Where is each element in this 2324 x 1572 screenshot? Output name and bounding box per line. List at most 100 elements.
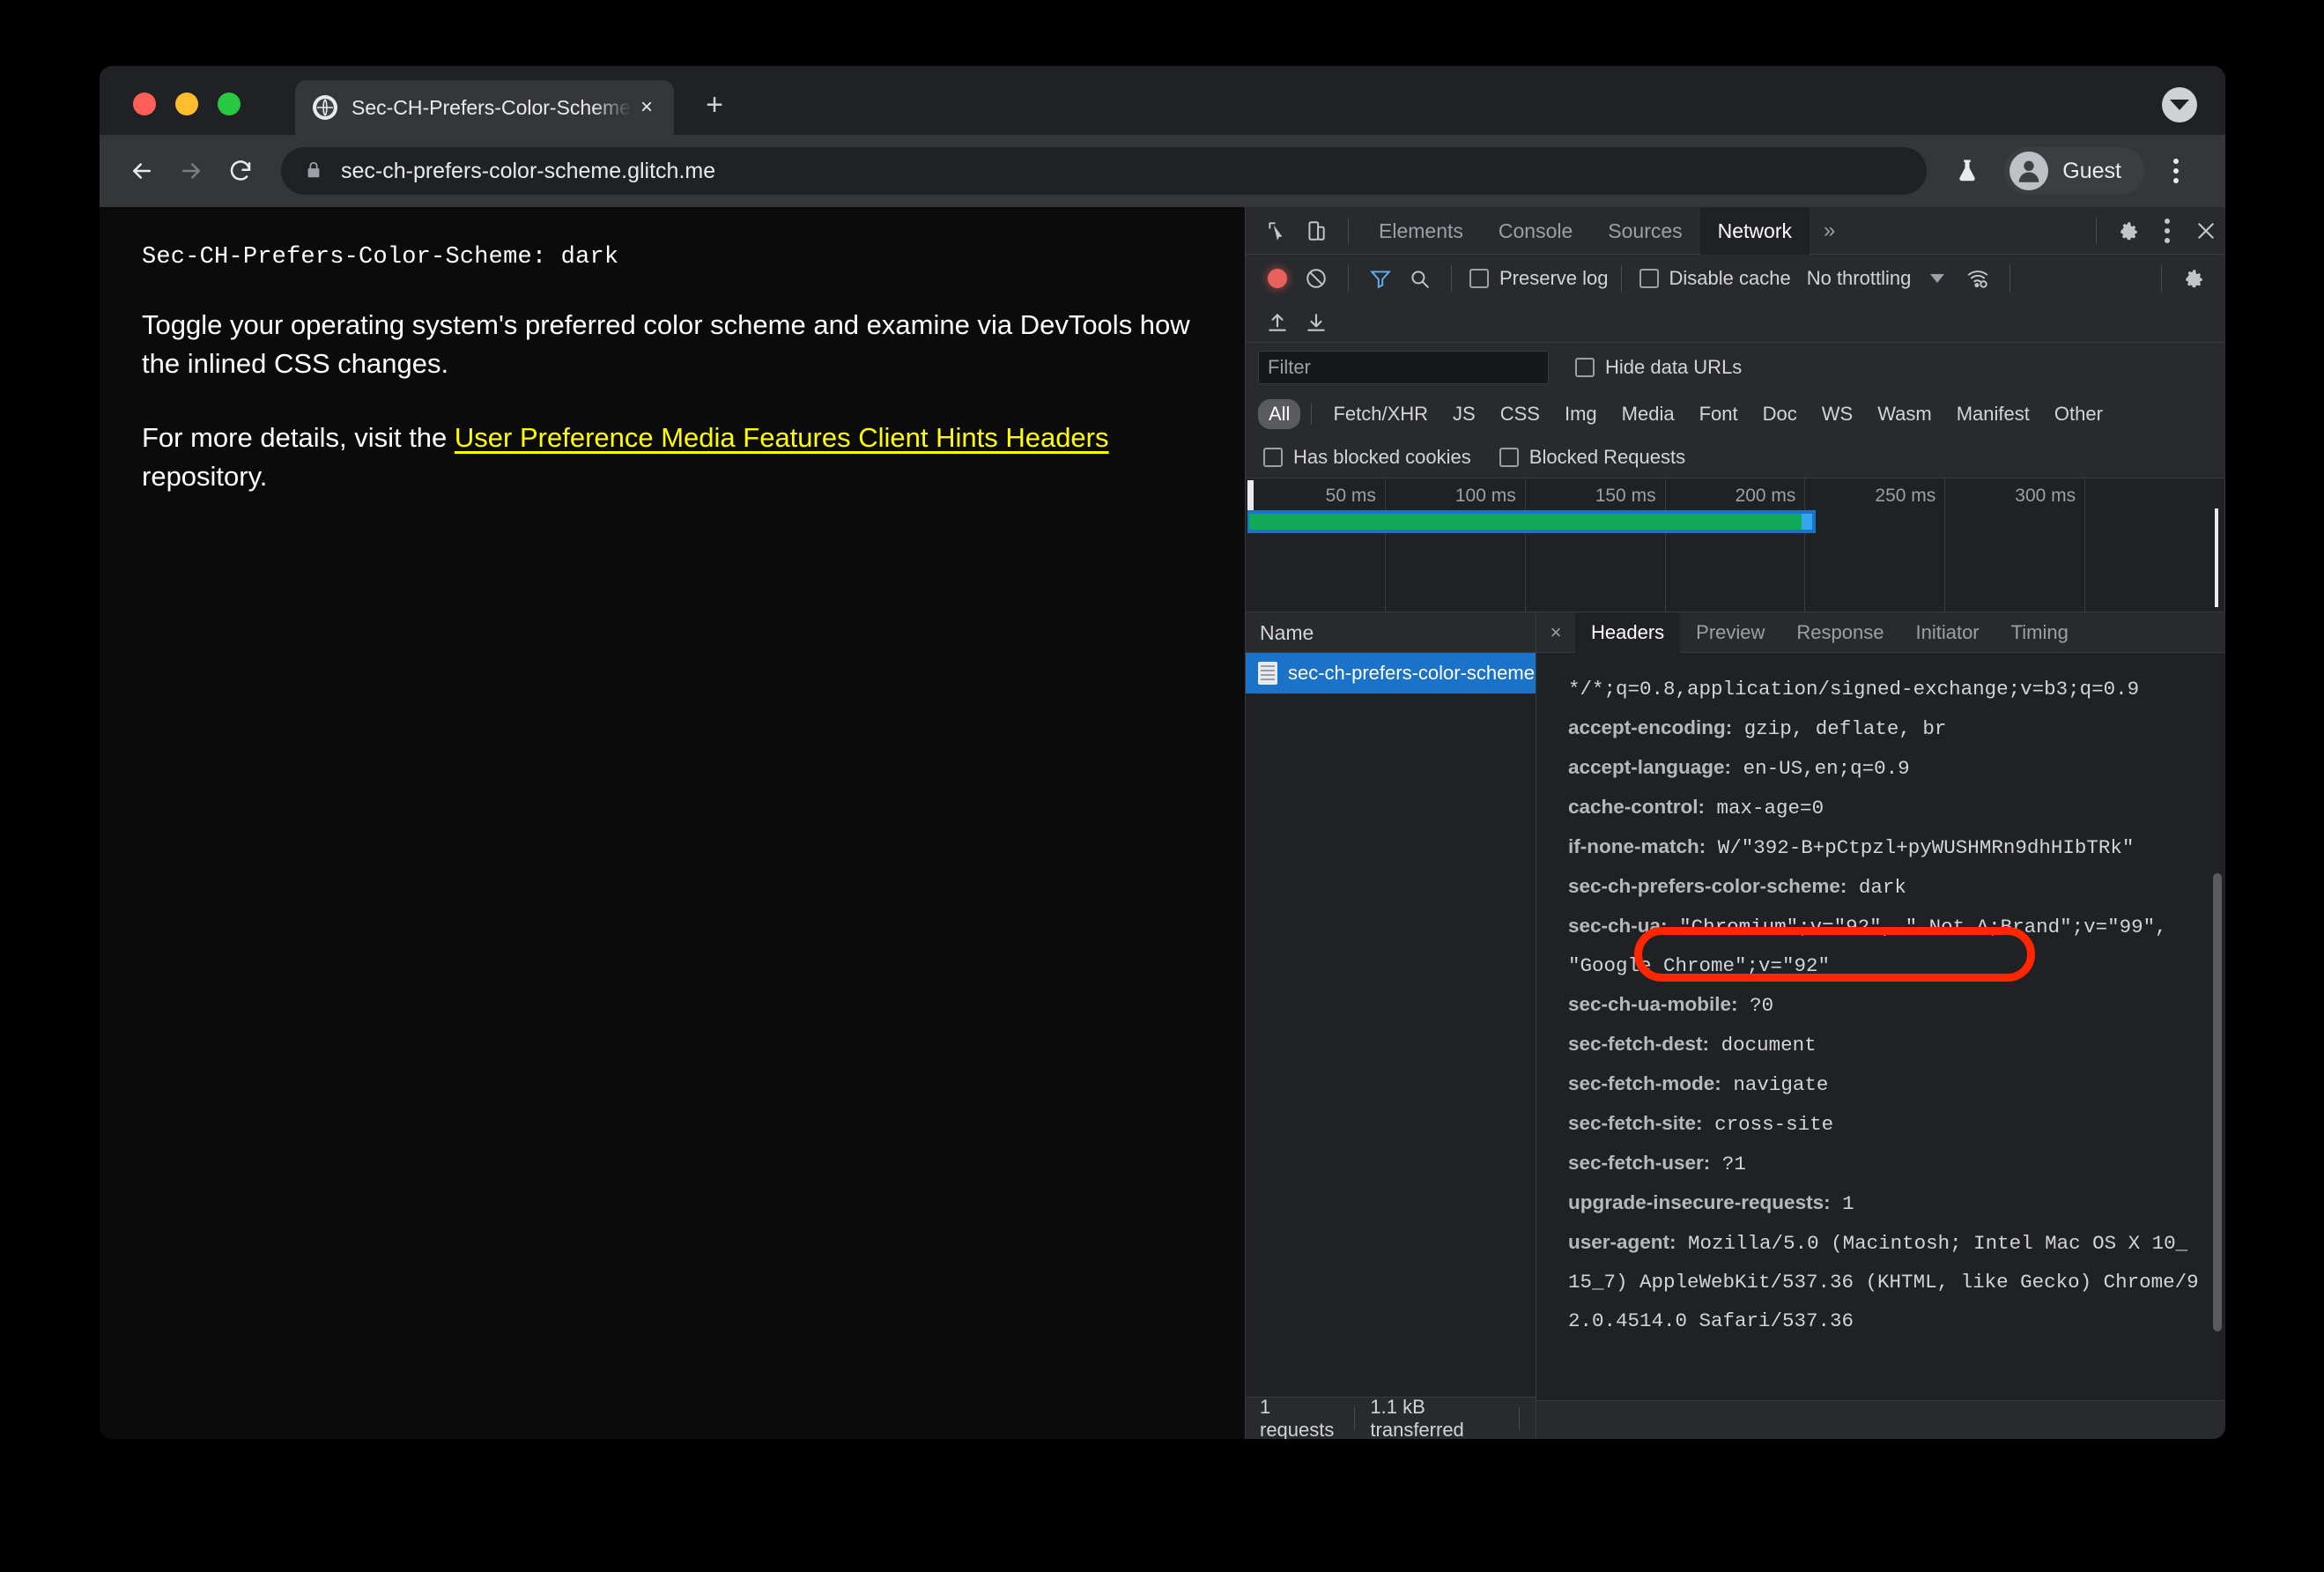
timeline-tick-cell: 150 ms	[1526, 478, 1666, 612]
chevron-down-icon[interactable]	[1930, 274, 1945, 283]
filter-input[interactable]: Filter	[1258, 351, 1549, 384]
close-icon[interactable]: ×	[1536, 612, 1575, 653]
network-toolbar: Preserve log Disable cache No throttling	[1246, 255, 2225, 302]
divider	[1451, 265, 1452, 292]
timeline-tick-label: 150 ms	[1595, 486, 1656, 506]
type-filter-fetch-xhr[interactable]: Fetch/XHR	[1322, 399, 1439, 429]
header-row: sec-ch-ua: "Chromium";v="92", " Not A;Br…	[1568, 907, 2199, 985]
type-filter-wasm[interactable]: Wasm	[1867, 399, 1943, 429]
network-overview-timeline[interactable]: 50 ms 100 ms 150 ms 200 ms 250 ms 300 ms	[1246, 478, 2225, 612]
request-column-header-name[interactable]: Name	[1246, 612, 1536, 653]
filter-row: Filter Hide data URLs	[1246, 343, 2225, 392]
header-row: accept-language: en-US,en;q=0.9	[1568, 748, 2199, 788]
type-filter-ws[interactable]: WS	[1811, 399, 1863, 429]
kebab-menu-icon[interactable]	[2148, 211, 2187, 250]
import-har-icon[interactable]	[1258, 303, 1297, 342]
disable-cache-label: Disable cache	[1669, 267, 1791, 289]
header-row: user-agent: Mozilla/5.0 (Macintosh; Inte…	[1568, 1223, 2199, 1340]
header-name: accept-encoding:	[1568, 716, 1733, 738]
profile-button[interactable]: Guest	[2004, 147, 2144, 195]
back-button[interactable]	[117, 146, 167, 196]
tab-strip: Sec-CH-Prefers-Color-Scheme × +	[100, 66, 2225, 135]
export-har-icon[interactable]	[1297, 303, 1336, 342]
header-name: sec-fetch-dest:	[1568, 1033, 1710, 1055]
timeline-tick-cell: 100 ms	[1386, 478, 1526, 612]
chevron-down-icon[interactable]	[2162, 87, 2197, 122]
tab-console[interactable]: Console	[1481, 207, 1590, 255]
timeline-tick-cell: 50 ms	[1246, 478, 1386, 612]
close-window-button[interactable]	[133, 93, 156, 115]
more-tabs-icon[interactable]: »	[1810, 219, 1849, 243]
type-filter-js[interactable]: JS	[1442, 399, 1486, 429]
record-icon[interactable]	[1258, 259, 1297, 298]
address-bar-url: sec-ch-prefers-color-scheme.glitch.me	[341, 158, 716, 183]
divider	[2009, 265, 2011, 292]
tab-sources[interactable]: Sources	[1590, 207, 1699, 255]
has-blocked-cookies-checkbox[interactable]: Has blocked cookies	[1263, 446, 1471, 469]
tab-response[interactable]: Response	[1780, 612, 1899, 653]
close-icon[interactable]: ×	[632, 93, 662, 122]
forward-button[interactable]	[167, 146, 216, 196]
table-row[interactable]: sec-ch-prefers-color-scheme…	[1246, 653, 1536, 693]
type-filter-font[interactable]: Font	[1689, 399, 1749, 429]
timeline-tick-cell: 200 ms	[1666, 478, 1806, 612]
preserve-log-checkbox[interactable]: Preserve log	[1469, 267, 1609, 290]
browser-toolbar: sec-ch-prefers-color-scheme.glitch.me Gu…	[100, 135, 2225, 207]
header-value: 1	[1842, 1192, 1854, 1215]
type-filter-img[interactable]: Img	[1554, 399, 1608, 429]
kebab-dots	[2173, 159, 2179, 183]
header-row: sec-fetch-user: ?1	[1568, 1144, 2199, 1183]
type-filter-manifest[interactable]: Manifest	[1946, 399, 2040, 429]
type-filter-css[interactable]: CSS	[1490, 399, 1551, 429]
page-viewport: Sec-CH-Prefers-Color-Scheme: dark Toggle…	[100, 207, 1245, 1439]
minimize-window-button[interactable]	[175, 93, 198, 115]
timeline-tick-label: 250 ms	[1875, 486, 1936, 506]
timeline-right-handle[interactable]	[2215, 508, 2218, 607]
tab-network[interactable]: Network	[1699, 206, 1810, 255]
scrollbar[interactable]	[2213, 873, 2222, 1331]
type-filter-doc[interactable]: Doc	[1752, 399, 1808, 429]
gear-icon[interactable]	[2174, 259, 2213, 298]
tab-initiator[interactable]: Initiator	[1899, 612, 1995, 653]
content-area: Sec-CH-Prefers-Color-Scheme: dark Toggle…	[100, 206, 2225, 1440]
filter-icon[interactable]	[1361, 259, 1400, 298]
new-tab-button[interactable]: +	[695, 85, 734, 124]
device-toggle-icon[interactable]	[1297, 211, 1336, 250]
divider	[1519, 1406, 1520, 1430]
request-count: 1 requests	[1260, 1395, 1335, 1440]
hide-data-urls-checkbox[interactable]: Hide data URLs	[1575, 356, 1742, 379]
reload-button[interactable]	[216, 146, 265, 196]
globe-icon	[313, 95, 337, 120]
header-name: accept-language:	[1568, 756, 1732, 778]
devtools-panel: Elements Console Sources Network » Prese…	[1245, 206, 2225, 1440]
wifi-settings-icon[interactable]	[1958, 259, 1997, 298]
header-value: */*;q=0.8,application/signed-exchange;v=…	[1568, 678, 2140, 701]
throttling-select[interactable]: No throttling	[1807, 267, 1912, 290]
address-bar[interactable]: sec-ch-prefers-color-scheme.glitch.me	[281, 147, 1928, 195]
gear-icon[interactable]	[2109, 211, 2148, 250]
request-headers-list: */*;q=0.8,application/signed-exchange;v=…	[1536, 653, 2225, 1400]
inspect-icon[interactable]	[1258, 211, 1297, 250]
type-filter-media[interactable]: Media	[1611, 399, 1685, 429]
tab-timing[interactable]: Timing	[1995, 612, 2084, 653]
type-filter-all[interactable]: All	[1258, 399, 1301, 429]
repository-link[interactable]: User Preference Media Features Client Hi…	[455, 422, 1109, 453]
header-name: cache-control:	[1568, 796, 1706, 818]
timeline-tick-label: 200 ms	[1735, 486, 1796, 506]
tab-elements[interactable]: Elements	[1361, 207, 1481, 255]
header-value: max-age=0	[1716, 797, 1824, 819]
tab-headers[interactable]: Headers	[1575, 612, 1681, 653]
flask-icon[interactable]	[1943, 146, 1992, 196]
maximize-window-button[interactable]	[218, 93, 241, 115]
browser-tab[interactable]: Sec-CH-Prefers-Color-Scheme ×	[295, 80, 674, 135]
type-filter-other[interactable]: Other	[2044, 399, 2113, 429]
search-icon[interactable]	[1400, 259, 1439, 298]
kebab-menu-icon[interactable]	[2151, 146, 2201, 196]
tab-preview[interactable]: Preview	[1680, 612, 1780, 653]
disable-cache-checkbox[interactable]: Disable cache	[1639, 267, 1791, 290]
clear-icon[interactable]	[1297, 259, 1336, 298]
request-detail-pane: × Headers Preview Response Initiator Tim…	[1536, 612, 2225, 1439]
close-icon[interactable]	[2187, 211, 2225, 250]
blocked-requests-checkbox[interactable]: Blocked Requests	[1499, 446, 1685, 469]
hide-data-urls-label: Hide data URLs	[1605, 356, 1743, 378]
